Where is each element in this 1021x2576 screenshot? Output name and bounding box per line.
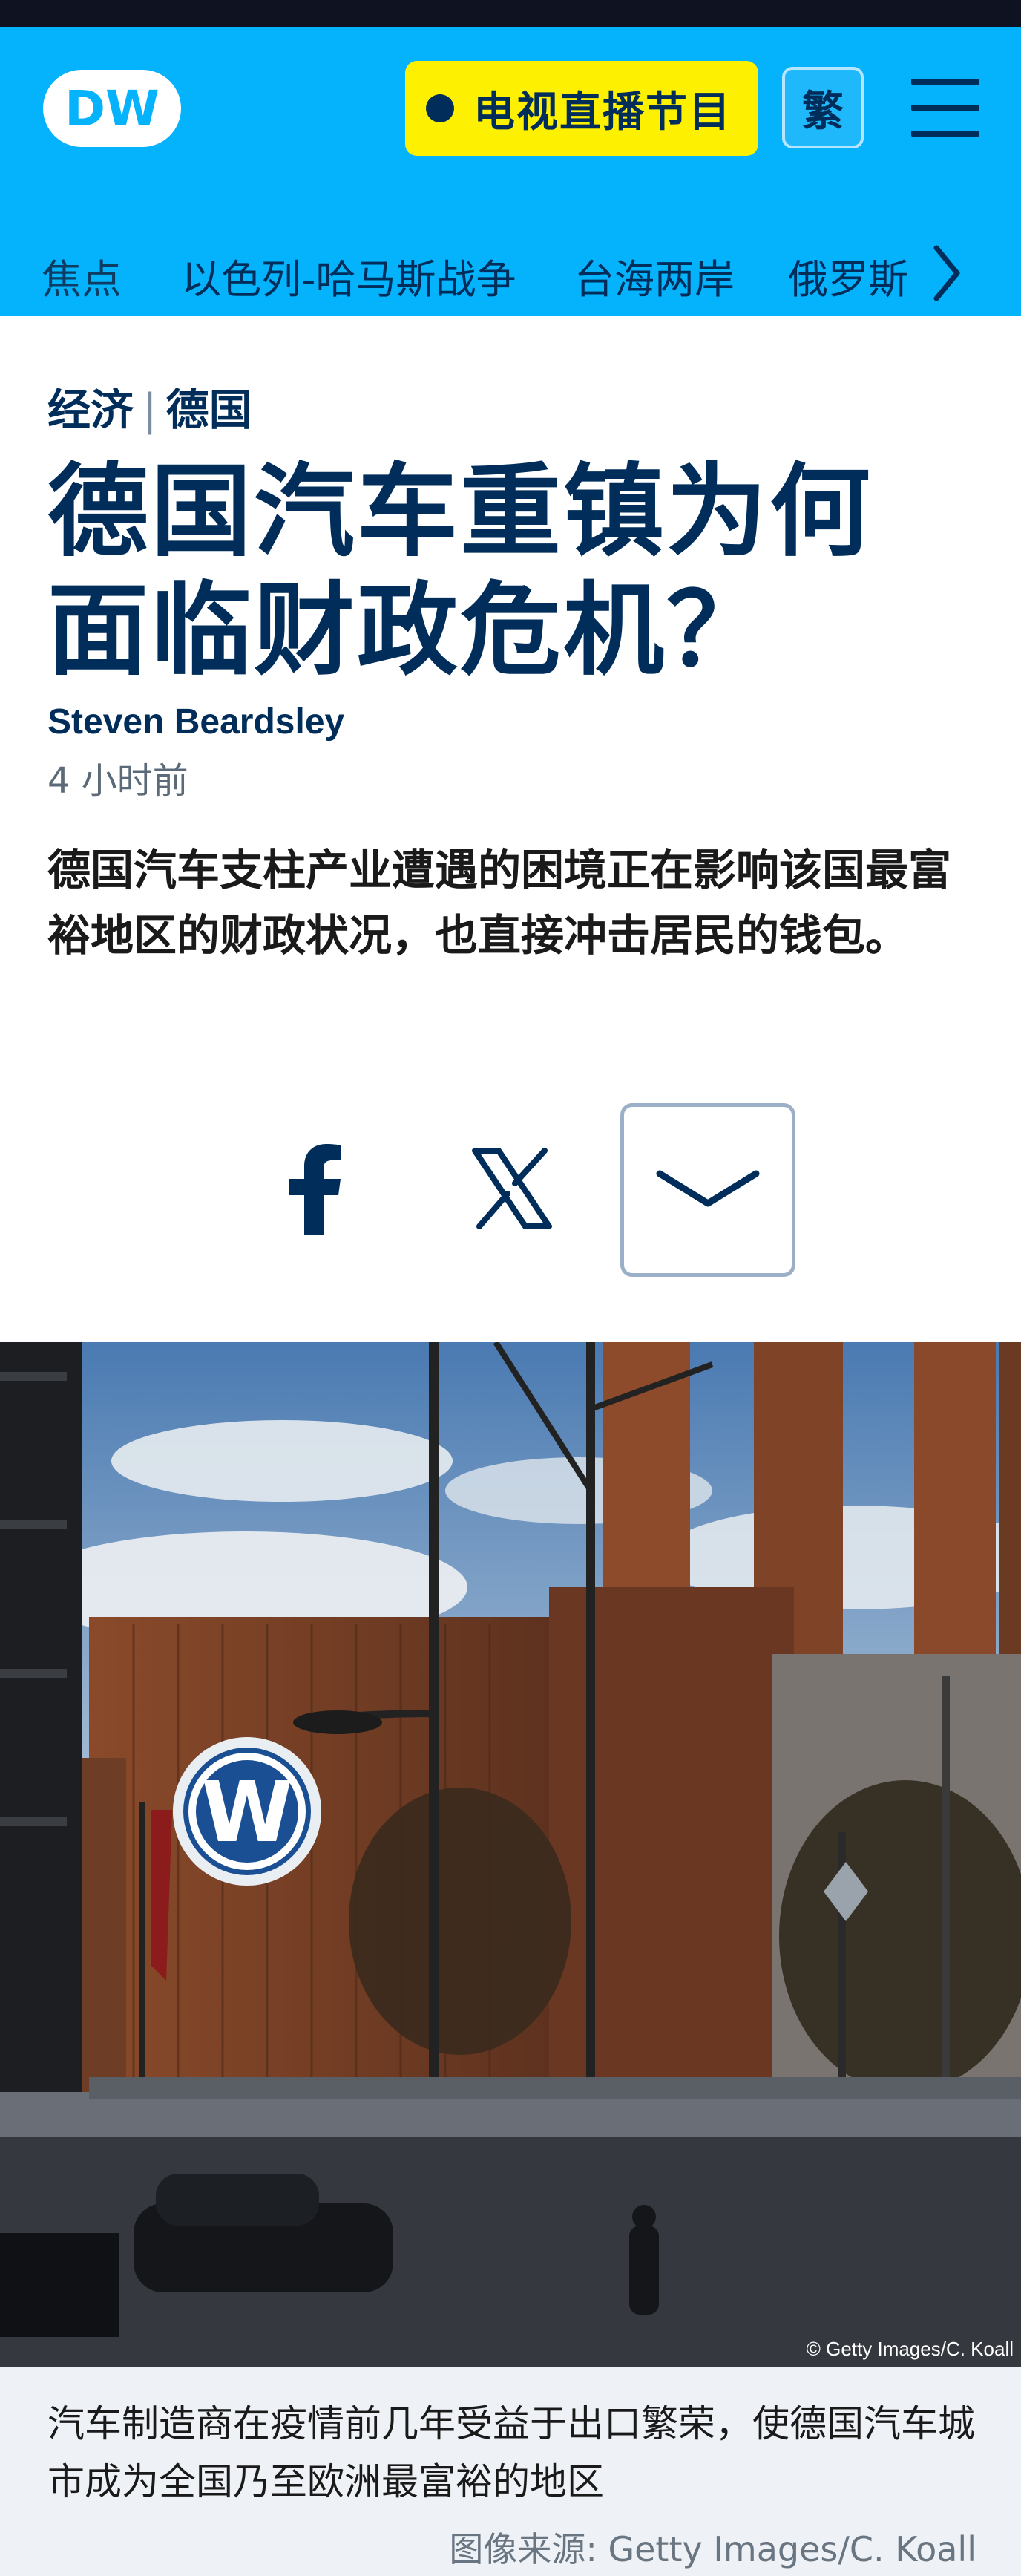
nav-item-israel-hamas[interactable]: 以色列-哈马斯战争 <box>181 246 516 305</box>
chevron-down-icon <box>656 1170 760 1207</box>
image-caption: 汽车制造商在疫情前几年受益于出口繁荣，使德国汽车城市成为全国乃至欧洲最富裕的地区 <box>47 2402 975 2503</box>
article-title: 德国汽车重镇为何面临财政危机？ <box>47 454 873 690</box>
topic-nav: 焦点 以色列-哈马斯战争 台海两岸 俄罗斯 <box>0 221 1021 325</box>
nav-item-russia[interactable]: 俄罗斯 <box>788 246 908 305</box>
image-caption-box: 汽车制造商在疫情前几年受益于出口繁荣，使德国汽车城市成为全国乃至欧洲最富裕的地区… <box>0 2367 1021 2576</box>
x-icon[interactable] <box>472 1148 552 1229</box>
facebook-icon[interactable] <box>286 1143 343 1235</box>
nav-item-cross-strait[interactable]: 台海两岸 <box>574 246 735 305</box>
chevron-right-icon[interactable] <box>928 239 965 307</box>
share-more-button[interactable] <box>620 1103 795 1277</box>
site-header: DW 电视直播节目 繁 焦点 以色列-哈马斯战争 台海两岸 俄罗斯 <box>0 27 1021 316</box>
live-dot-icon <box>426 94 454 122</box>
language-switch-button[interactable]: 繁 <box>782 67 864 148</box>
article-summary: 德国汽车支柱产业遭遇的困境正在影响该国最富裕地区的财政状况，也直接冲击居民的钱包… <box>47 845 952 961</box>
article-timestamp: 4 小时前 <box>47 760 188 802</box>
status-bar <box>0 0 1021 27</box>
live-tv-label: 电视直播节目 <box>473 88 732 137</box>
volkswagen-factory-photo: W <box>0 1342 1021 2367</box>
svg-text:W: W <box>201 1765 293 1861</box>
kicker-region-link[interactable]: 德国 <box>166 385 252 435</box>
kicker-category-link[interactable]: 经济 <box>47 385 134 435</box>
article-kicker: 经济 | 德国 <box>47 375 252 437</box>
svg-text:DW: DW <box>65 80 160 137</box>
dw-logo[interactable]: DW <box>41 68 183 149</box>
topic-nav-strip: 焦点 以色列-哈马斯战争 台海两岸 俄罗斯 <box>0 221 913 325</box>
kicker-separator: | <box>142 385 157 435</box>
photo-copyright: © Getty Images/C. Koall <box>806 2338 1014 2360</box>
nav-item-focus[interactable]: 焦点 <box>42 246 122 305</box>
article-hero-image[interactable]: W © Getty Images/C. Koall <box>0 1342 1021 2367</box>
live-tv-button[interactable]: 电视直播节目 <box>405 61 758 156</box>
article-author[interactable]: Steven Beardsley <box>47 702 344 742</box>
image-credit: 图像来源: Getty Images/C. Koall <box>449 2529 976 2569</box>
hamburger-menu-icon[interactable] <box>911 79 979 137</box>
